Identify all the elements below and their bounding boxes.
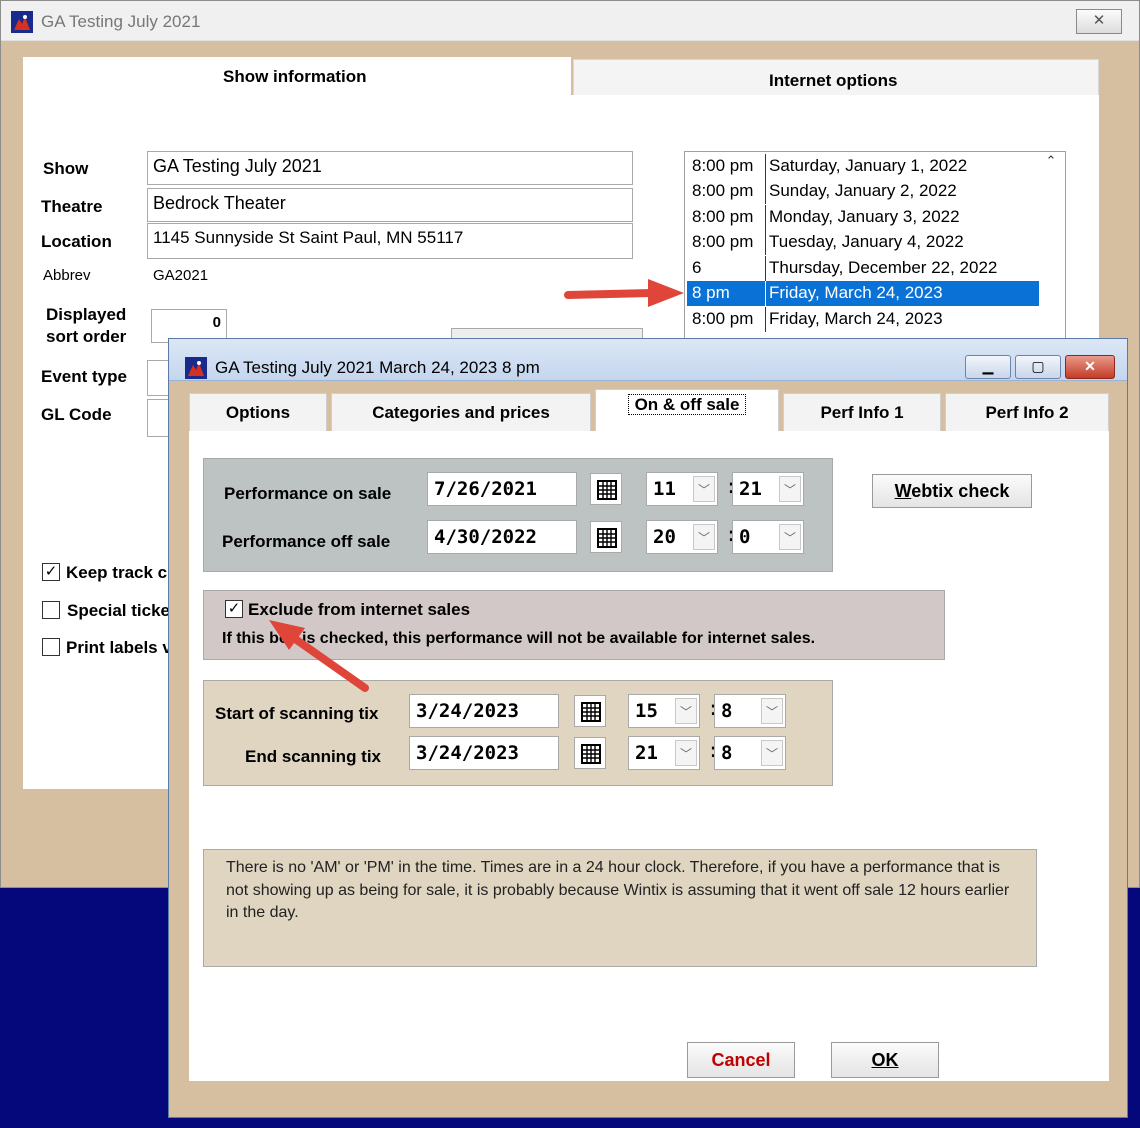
on-sale-label: Performance on sale [224,484,392,503]
tab-internet-options[interactable]: Internet options [573,59,1099,97]
start-scan-minute-select[interactable]: 8 ﹀ [714,694,786,728]
maximize-icon[interactable]: ▢ [1015,355,1061,379]
theatre-label: Theatre [41,197,103,216]
gl-code-label: GL Code [41,405,112,424]
abbrev-label: Abbrev [43,267,91,284]
end-scan-date-field[interactable]: 3/24/2023 [409,736,559,770]
dialog-titlebar: GA Testing July 2021 March 24, 2023 8 pm… [169,339,1127,381]
performance-dialog: GA Testing July 2021 March 24, 2023 8 pm… [168,338,1128,1118]
on-sale-minute-select[interactable]: 21 ﹀ [732,472,804,506]
ok-button[interactable]: OK [831,1042,939,1078]
sort-order-label-line2: sort order [46,327,127,346]
sale-dates-group: Performance on sale 7/26/2021 11﹀ : 21﹀ … [203,458,833,572]
chevron-down-icon[interactable]: ﹀ [779,476,801,502]
tab-show-information[interactable]: Show information [23,57,571,97]
chevron-down-icon[interactable]: ﹀ [675,740,697,766]
show-label: Show [43,159,89,178]
print-labels-checkbox[interactable] [42,638,60,656]
scroll-up-icon[interactable]: ⌃ [1041,153,1061,175]
calendar-icon[interactable] [590,473,622,505]
chevron-down-icon[interactable]: ﹀ [761,698,783,724]
chevron-down-icon[interactable]: ﹀ [693,524,715,550]
end-scan-minute-select[interactable]: 8 ﹀ [714,736,786,770]
exclude-internet-note: If this box is checked, this performance… [222,630,816,647]
exclude-internet-label: Exclude from internet sales [248,600,471,619]
exclude-internet-checkbox[interactable]: ✓ [225,600,243,618]
tab-on-off-sale[interactable]: On & off sale [595,389,779,433]
chevron-down-icon[interactable]: ﹀ [779,524,801,550]
keep-track-label: Keep track c [66,563,168,582]
list-item[interactable]: 6 Thursday, December 22, 2022 [687,256,1039,281]
webtix-check-button[interactable]: Webtix check [872,474,1032,508]
calendar-icon[interactable] [574,695,606,727]
performance-list[interactable]: 8:00 pm Saturday, January 1, 2022 8:00 pm… [684,151,1066,346]
dialog-title: GA Testing July 2021 March 24, 2023 8 pm [215,358,540,377]
list-item[interactable]: 8:00 pm Sunday, January 2, 2022 [687,179,1039,204]
abbrev-value: GA2021 [153,267,209,284]
on-off-sale-panel: Performance on sale 7/26/2021 11﹀ : 21﹀ … [189,431,1109,1081]
minimize-icon[interactable]: ▁ [965,355,1011,379]
sort-order-label-line1: Displayed [46,305,127,324]
start-scan-hour-select[interactable]: 15 ﹀ [628,694,700,728]
on-sale-date-field[interactable]: 7/26/2021 [427,472,577,506]
location-label: Location [41,232,112,251]
list-item[interactable]: 8:00 pm Monday, January 3, 2022 [687,205,1039,230]
print-labels-label: Print labels v [66,638,172,657]
info-note-box: There is no 'AM' or 'PM' in the time. Ti… [203,849,1037,967]
location-field[interactable]: 1145 Sunnyside St Saint Paul, MN 55117 [147,223,633,259]
cancel-button[interactable]: Cancel [687,1042,795,1078]
chevron-down-icon[interactable]: ﹀ [693,476,715,502]
show-field[interactable]: GA Testing July 2021 [147,151,633,185]
app-icon [11,11,33,33]
close-icon[interactable]: ✕ [1065,355,1115,379]
keep-track-checkbox[interactable]: ✓ [42,563,60,581]
main-window-title: GA Testing July 2021 [41,12,201,31]
end-scan-hour-select[interactable]: 21 ﹀ [628,736,700,770]
start-scan-date-field[interactable]: 3/24/2023 [409,694,559,728]
calendar-icon[interactable] [574,737,606,769]
end-scan-label: End scanning tix [245,747,382,766]
list-item-selected[interactable]: 8 pm Friday, March 24, 2023 [687,281,1039,306]
special-tickets-label: Special ticke [67,601,171,620]
calendar-icon[interactable] [590,521,622,553]
off-sale-hour-select[interactable]: 20 ﹀ [646,520,718,554]
main-window-titlebar: GA Testing July 2021 ✕ [1,1,1139,41]
off-sale-label: Performance off sale [222,532,391,551]
list-item[interactable]: 8:00 pm Saturday, January 1, 2022 [687,154,1039,179]
start-scan-label: Start of scanning tix [215,704,379,723]
chevron-down-icon[interactable]: ﹀ [675,698,697,724]
theatre-field[interactable]: Bedrock Theater [147,188,633,222]
list-item[interactable]: 8:00 pm Friday, March 24, 2023 [687,307,1039,332]
tab-perf-info-1[interactable]: Perf Info 1 [783,393,941,433]
tab-categories-and-prices[interactable]: Categories and prices [331,393,591,433]
list-item[interactable]: 8:00 pm Tuesday, January 4, 2022 [687,230,1039,255]
close-icon[interactable]: ✕ [1076,9,1122,34]
app-icon [185,357,207,379]
chevron-down-icon[interactable]: ﹀ [761,740,783,766]
tab-perf-info-2[interactable]: Perf Info 2 [945,393,1109,433]
off-sale-minute-select[interactable]: 0 ﹀ [732,520,804,554]
info-note-text: There is no 'AM' or 'PM' in the time. Ti… [226,859,1010,921]
off-sale-date-field[interactable]: 4/30/2022 [427,520,577,554]
on-sale-hour-select[interactable]: 11 ﹀ [646,472,718,506]
exclude-internet-group: ✓ Exclude from internet sales If this bo… [203,590,945,660]
special-tickets-checkbox[interactable] [42,601,60,619]
scanning-group: Start of scanning tix 3/24/2023 15﹀ : 8﹀… [203,680,833,786]
tab-options[interactable]: Options [189,393,327,433]
event-type-label: Event type [41,367,127,386]
